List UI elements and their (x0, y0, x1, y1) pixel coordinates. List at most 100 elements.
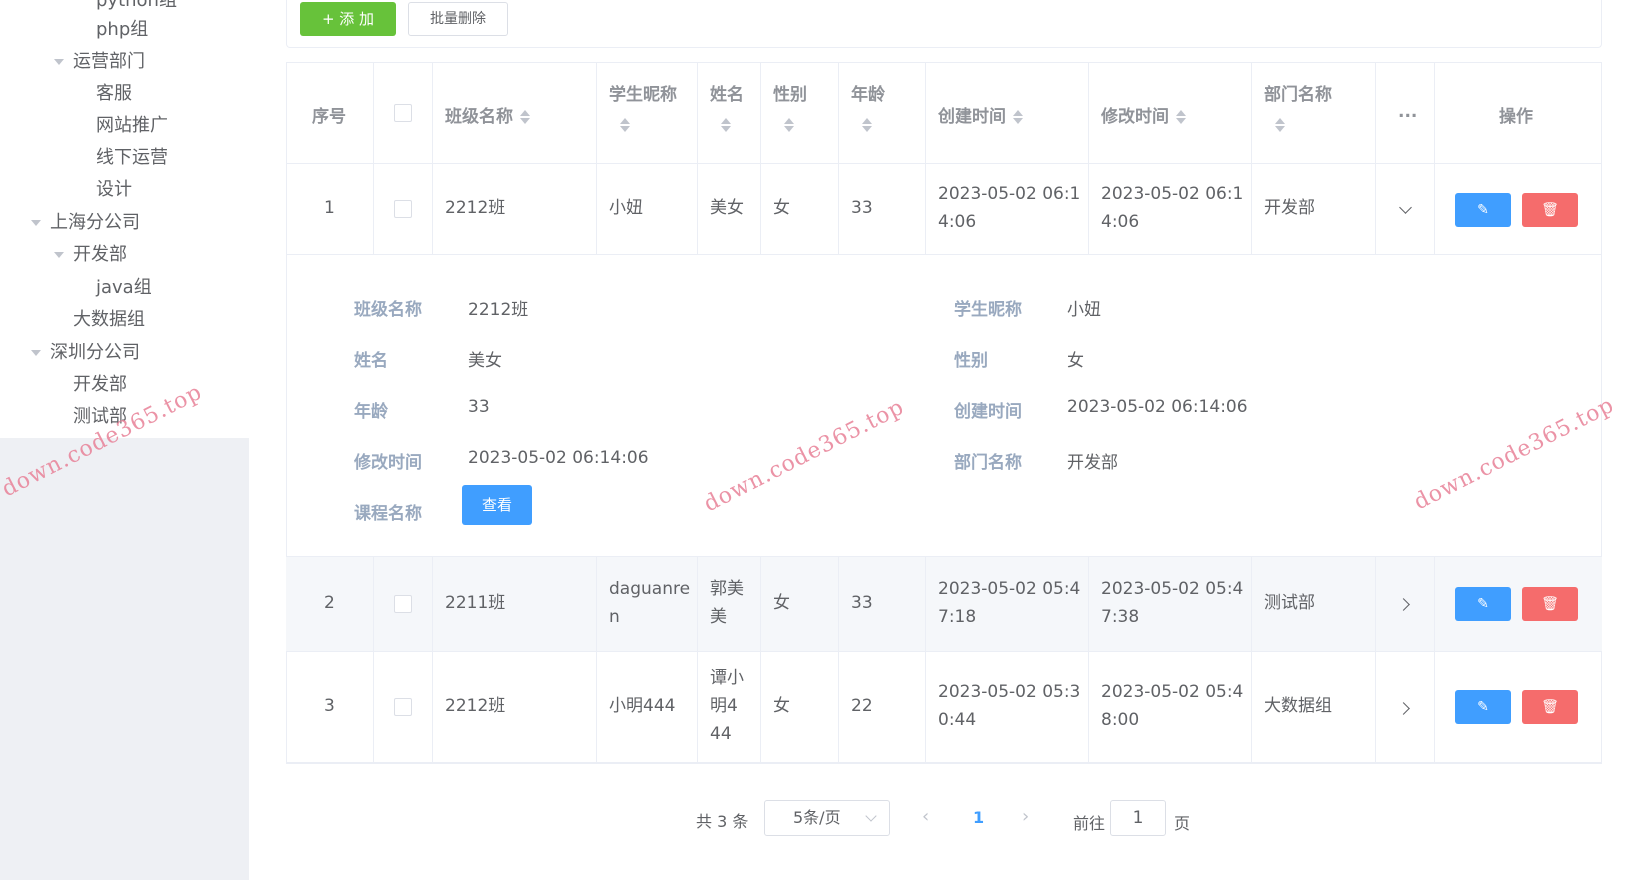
detail-label-modified: 修改时间 (354, 453, 422, 473)
table-row: 1 (286, 164, 374, 255)
tree-node-design[interactable]: 设计 (96, 175, 132, 205)
caret-down-icon[interactable] (54, 252, 64, 258)
goto-label: 前往 (1073, 814, 1106, 833)
header-ops: 操作 (1435, 62, 1602, 164)
next-page-icon[interactable]: › (1022, 806, 1029, 827)
cell-gender: 女 (761, 164, 839, 255)
header-gender[interactable]: 性别 (761, 62, 839, 164)
row-select (374, 164, 433, 255)
chevron-right-icon[interactable] (1397, 598, 1410, 611)
tree-node-shenzhen[interactable]: 深圳分公司 (50, 338, 140, 368)
table-row: 3 (286, 652, 374, 764)
batch-delete-button[interactable]: 批量删除 (408, 2, 508, 36)
sort-icon[interactable] (519, 109, 531, 125)
cell-dept: 大数据组 (1252, 652, 1376, 764)
sort-icon[interactable] (1274, 117, 1286, 133)
expand-toggle[interactable] (1376, 164, 1435, 255)
tree-node-sz-dev[interactable]: 开发部 (73, 370, 127, 400)
sort-icon[interactable] (783, 117, 795, 133)
detail-label-created: 创建时间 (954, 402, 1022, 422)
sort-icon[interactable] (1012, 109, 1024, 125)
row-select (374, 652, 433, 764)
cell-class-name: 2211班 (433, 557, 597, 652)
detail-value-created: 2023-05-02 06:14:06 (1067, 397, 1248, 417)
caret-down-icon[interactable] (31, 220, 41, 226)
row-select (374, 557, 433, 652)
expand-toggle[interactable] (1376, 652, 1435, 764)
tree-node-dev[interactable]: 开发部 (73, 240, 127, 270)
page-size-select[interactable]: 5条/页 (764, 800, 890, 836)
tree-node-promo[interactable]: 网站推广 (96, 111, 168, 141)
header-name[interactable]: 姓名 (698, 62, 761, 164)
caret-down-icon[interactable] (31, 350, 41, 356)
cell-created: 2023-05-02 05:4 7:18 (926, 557, 1089, 652)
sort-icon[interactable] (1175, 109, 1187, 125)
header-created[interactable]: 创建时间 (926, 62, 1089, 164)
tree-node-php[interactable]: php组 (96, 15, 148, 45)
cell-nickname: daguanre n (597, 557, 698, 652)
edit-button[interactable]: ✎ (1455, 193, 1511, 227)
detail-value-age: 33 (468, 397, 490, 417)
detail-label-age: 年龄 (354, 402, 388, 422)
cell-class-name: 2212班 (433, 652, 597, 764)
cell-modified: 2023-05-02 05:4 7:38 (1089, 557, 1252, 652)
header-nickname[interactable]: 学生昵称 (597, 62, 698, 164)
detail-value-dept: 开发部 (1067, 453, 1118, 473)
cell-name: 美女 (698, 164, 761, 255)
cell-class-name: 2212班 (433, 164, 597, 255)
select-all-checkbox[interactable] (394, 104, 412, 122)
row-actions: ✎ 🗑 (1435, 557, 1602, 652)
chevron-down-icon (865, 810, 877, 822)
expand-toggle[interactable] (1376, 557, 1435, 652)
tree-node-shanghai[interactable]: 上海分公司 (50, 208, 140, 238)
tree-node-kefu[interactable]: 客服 (96, 79, 132, 109)
tree-node-python[interactable]: python组 (96, 0, 177, 16)
header-class-name[interactable]: 班级名称 (433, 62, 597, 164)
sort-icon[interactable] (720, 117, 732, 133)
cell-modified: 2023-05-02 05:4 8:00 (1089, 652, 1252, 764)
header-expand: ... (1376, 62, 1435, 164)
cell-age: 33 (839, 557, 926, 652)
delete-button[interactable]: 🗑 (1522, 193, 1578, 227)
sort-icon[interactable] (861, 117, 873, 133)
cell-dept: 测试部 (1252, 557, 1376, 652)
caret-down-icon[interactable] (54, 59, 64, 65)
cell-age: 33 (839, 164, 926, 255)
cell-modified: 2023-05-02 06:1 4:06 (1089, 164, 1252, 255)
goto-page-input[interactable]: 1 (1110, 800, 1166, 836)
row-checkbox[interactable] (394, 595, 412, 613)
page-unit-label: 页 (1174, 814, 1191, 833)
sort-icon[interactable] (619, 117, 631, 133)
prev-page-icon[interactable]: ‹ (922, 806, 929, 827)
cell-dept: 开发部 (1252, 164, 1376, 255)
cell-age: 22 (839, 652, 926, 764)
row-actions: ✎ 🗑 (1435, 652, 1602, 764)
header-dept[interactable]: 部门名称 (1252, 62, 1376, 164)
row-actions: ✎ 🗑 (1435, 164, 1602, 255)
row-checkbox[interactable] (394, 698, 412, 716)
chevron-down-icon[interactable] (1399, 201, 1412, 214)
delete-button[interactable]: 🗑 (1522, 690, 1578, 724)
detail-label-course: 课程名称 (354, 504, 422, 524)
tree-node-bigdata[interactable]: 大数据组 (73, 305, 145, 335)
view-course-button[interactable]: 查看 (462, 485, 532, 525)
cell-created: 2023-05-02 05:3 0:44 (926, 652, 1089, 764)
detail-value-class: 2212班 (468, 300, 529, 320)
tree-node-offline[interactable]: 线下运营 (96, 143, 168, 173)
tree-node-java[interactable]: java组 (96, 273, 152, 303)
page-number-current[interactable]: 1 (973, 808, 984, 827)
detail-label-dept: 部门名称 (954, 453, 1022, 473)
add-button[interactable]: + 添 加 (300, 2, 396, 36)
detail-label-nickname: 学生昵称 (954, 300, 1022, 320)
header-modified[interactable]: 修改时间 (1089, 62, 1252, 164)
edit-button[interactable]: ✎ (1455, 690, 1511, 724)
cell-gender: 女 (761, 652, 839, 764)
header-age[interactable]: 年龄 (839, 62, 926, 164)
chevron-right-icon[interactable] (1397, 702, 1410, 715)
tree-node-ops[interactable]: 运营部门 (73, 47, 145, 77)
pagination-total: 共 3 条 (696, 812, 749, 831)
cell-nickname: 小明444 (597, 652, 698, 764)
row-checkbox[interactable] (394, 200, 412, 218)
delete-button[interactable]: 🗑 (1522, 587, 1578, 621)
edit-button[interactable]: ✎ (1455, 587, 1511, 621)
